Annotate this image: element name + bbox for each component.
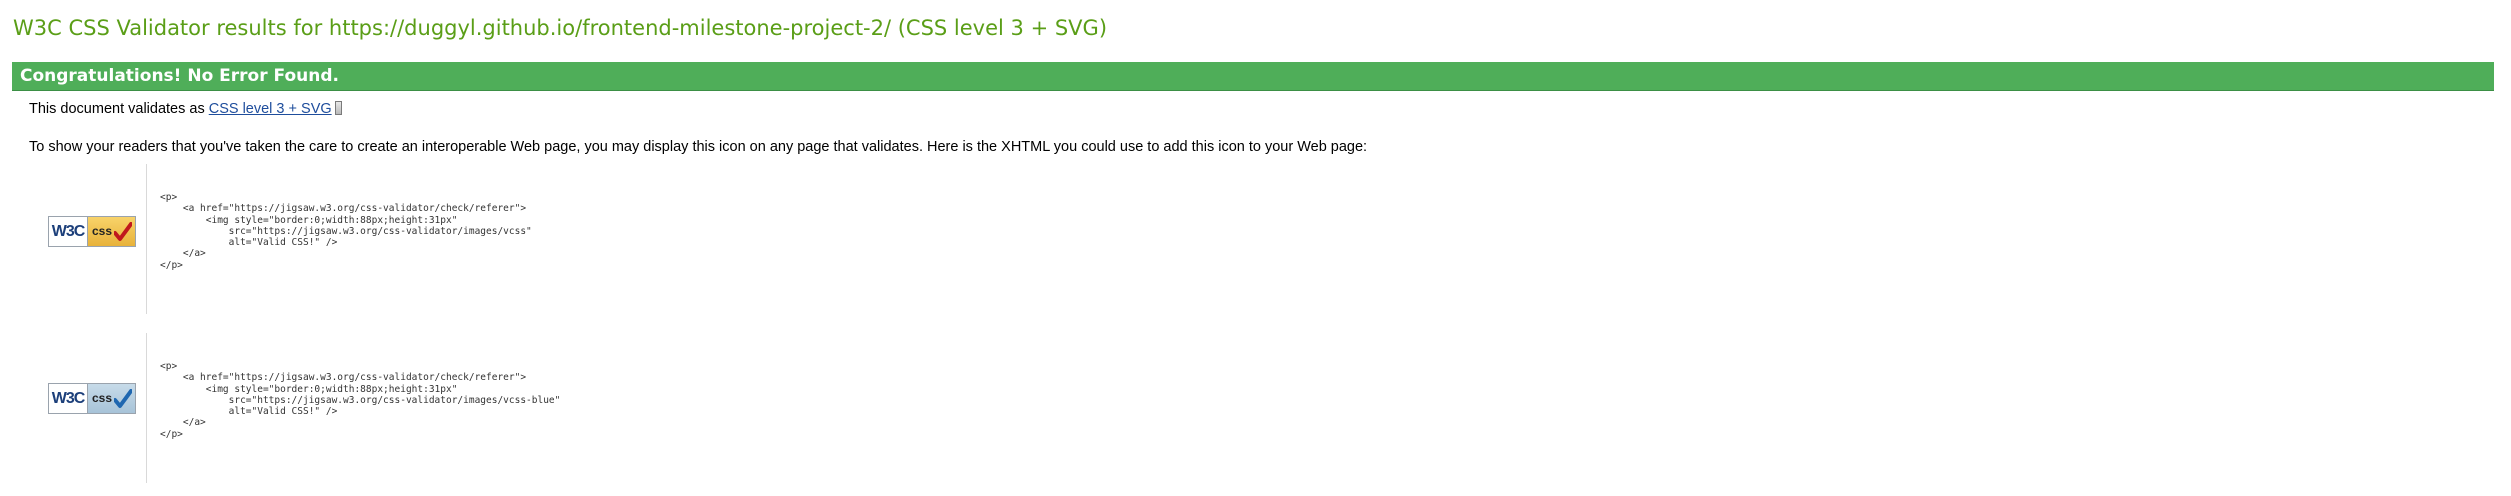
css-label: css: [92, 224, 113, 238]
validation-prefix: This document validates as: [29, 101, 209, 117]
page-title: W3C CSS Validator results for https://du…: [13, 16, 1108, 40]
code-divider: [146, 164, 147, 314]
badge-info-text: To show your readers that you've taken t…: [29, 139, 1368, 155]
external-link-icon: [334, 101, 342, 115]
validation-statement: This document validates as CSS level 3 +…: [29, 101, 342, 117]
css-label: css: [92, 391, 113, 405]
w3c-logo: W3C: [48, 383, 88, 414]
code-divider: [146, 333, 147, 483]
success-banner: Congratulations! No Error Found.: [12, 62, 2494, 91]
blue-checkmark-icon: [114, 389, 132, 408]
valid-css-badge-gold[interactable]: W3C css: [48, 216, 136, 247]
badge-html-snippet: <p> <a href="https://jigsaw.w3.org/css-v…: [160, 192, 532, 271]
badge-html-snippet: <p> <a href="https://jigsaw.w3.org/css-v…: [160, 361, 561, 440]
valid-css-badge-blue[interactable]: W3C css: [48, 383, 136, 414]
red-checkmark-icon: [114, 222, 132, 241]
css-level-link[interactable]: CSS level 3 + SVG: [209, 101, 332, 117]
w3c-logo: W3C: [48, 216, 88, 247]
badge-example-blue: W3C css <p> <a href="https://jigsaw.w3.o…: [0, 333, 900, 483]
badge-example-gold: W3C css <p> <a href="https://jigsaw.w3.o…: [0, 164, 900, 314]
